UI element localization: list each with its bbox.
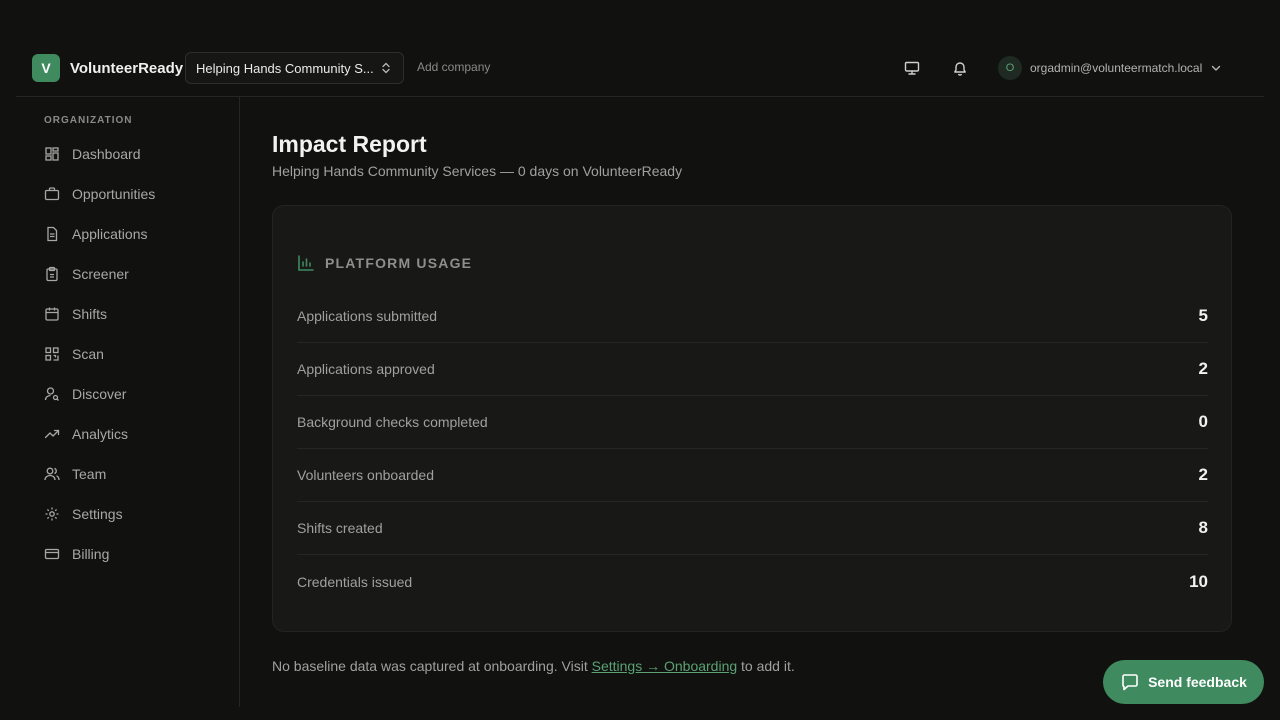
baseline-note: No baseline data was captured at onboard… [272,658,795,674]
add-company-button[interactable]: Add company [417,60,490,74]
table-row: Applications approved 2 [297,343,1208,396]
sidebar-item-discover[interactable]: Discover [44,380,126,408]
trending-up-icon [44,429,60,439]
dashboard-icon [45,147,59,161]
sidebar-item-shifts[interactable]: Shifts [44,300,107,328]
stat-label: Background checks completed [297,414,488,430]
sidebar-item-label: Screener [72,266,129,282]
sidebar-item-scan[interactable]: Scan [44,340,104,368]
send-feedback-label: Send feedback [1148,674,1247,690]
table-row: Background checks completed 0 [297,396,1208,449]
sidebar-item-label: Dashboard [72,146,141,162]
table-row: Shifts created 8 [297,502,1208,555]
table-row: Applications submitted 5 [297,290,1208,343]
user-menu[interactable]: O orgadmin@volunteermatch.local [998,56,1222,80]
send-feedback-button[interactable]: Send feedback [1103,660,1264,704]
card-title: PLATFORM USAGE [325,255,473,271]
page-title: Impact Report [272,131,427,157]
credit-card-icon [44,548,60,560]
sidebar-section-label: ORGANIZATION [44,115,133,126]
avatar: O [998,56,1022,80]
sidebar-item-label: Opportunities [72,186,156,202]
sidebar-item-label: Team [72,466,107,482]
sidebar-item-team[interactable]: Team [44,460,106,488]
chat-icon [1122,674,1138,691]
sidebar-item-label: Settings [72,506,123,522]
calendar-icon [45,307,59,321]
baseline-note-suffix: to add it. [737,658,795,674]
bell-icon[interactable] [950,58,970,78]
clipboard-icon [46,266,58,282]
user-search-icon [44,387,59,401]
top-bar: V VolunteerReady Helping Hands Community… [16,36,1264,97]
page-subtitle: Helping Hands Community Services — 0 day… [272,163,683,179]
sidebar-item-screener[interactable]: Screener [44,260,129,288]
document-icon [47,226,58,242]
card-header: PLATFORM USAGE [297,254,472,272]
sidebar-item-label: Billing [72,546,110,562]
company-select[interactable]: Helping Hands Community S... [185,52,404,84]
sidebar-item-settings[interactable]: Settings [44,500,123,528]
chevron-up-down-icon [382,62,390,74]
sidebar-item-dashboard[interactable]: Dashboard [44,140,141,168]
user-email: orgadmin@volunteermatch.local [1030,61,1203,75]
qr-code-icon [45,347,59,361]
table-row: Volunteers onboarded 2 [297,449,1208,502]
chevron-down-icon [1212,65,1221,71]
sidebar-item-label: Applications [72,226,148,242]
users-icon [44,467,60,481]
table-row: Credentials issued 10 [297,555,1208,608]
stat-value: 5 [1198,306,1208,325]
company-select-value: Helping Hands Community S... [196,60,374,76]
sidebar-item-opportunities[interactable]: Opportunities [44,180,155,208]
stat-value: 2 [1198,465,1208,484]
brand-name: VolunteerReady [70,59,184,77]
stat-label: Credentials issued [297,573,413,590]
sidebar-item-label: Discover [72,386,127,402]
stat-label: Shifts created [297,520,383,536]
monitor-icon[interactable] [902,58,922,78]
bar-chart-icon [298,255,314,271]
sidebar-item-applications[interactable]: Applications [44,220,148,248]
sidebar-item-label: Scan [72,346,104,362]
stat-label: Volunteers onboarded [297,467,434,483]
gear-icon [45,507,59,521]
sidebar-item-analytics[interactable]: Analytics [44,420,128,448]
stat-value: 0 [1198,412,1208,431]
stat-label: Applications submitted [297,308,438,324]
stat-value: 2 [1198,359,1208,378]
briefcase-icon [44,187,60,201]
stat-value: 10 [1189,571,1208,591]
baseline-note-text: No baseline data was captured at onboard… [272,658,592,674]
platform-usage-card: PLATFORM USAGE Applications submitted 5 … [272,205,1232,632]
sidebar: ORGANIZATION Dashboard Opportunities App… [16,97,240,707]
sidebar-item-label: Analytics [72,426,129,442]
brand[interactable]: V VolunteerReady [32,54,183,82]
stat-value: 8 [1198,518,1208,537]
sidebar-item-billing[interactable]: Billing [44,540,109,568]
brand-logo: V [32,54,60,82]
stat-label: Applications approved [297,361,435,377]
settings-onboarding-link[interactable]: Settings → Onboarding [592,658,738,674]
sidebar-item-label: Shifts [72,306,108,322]
